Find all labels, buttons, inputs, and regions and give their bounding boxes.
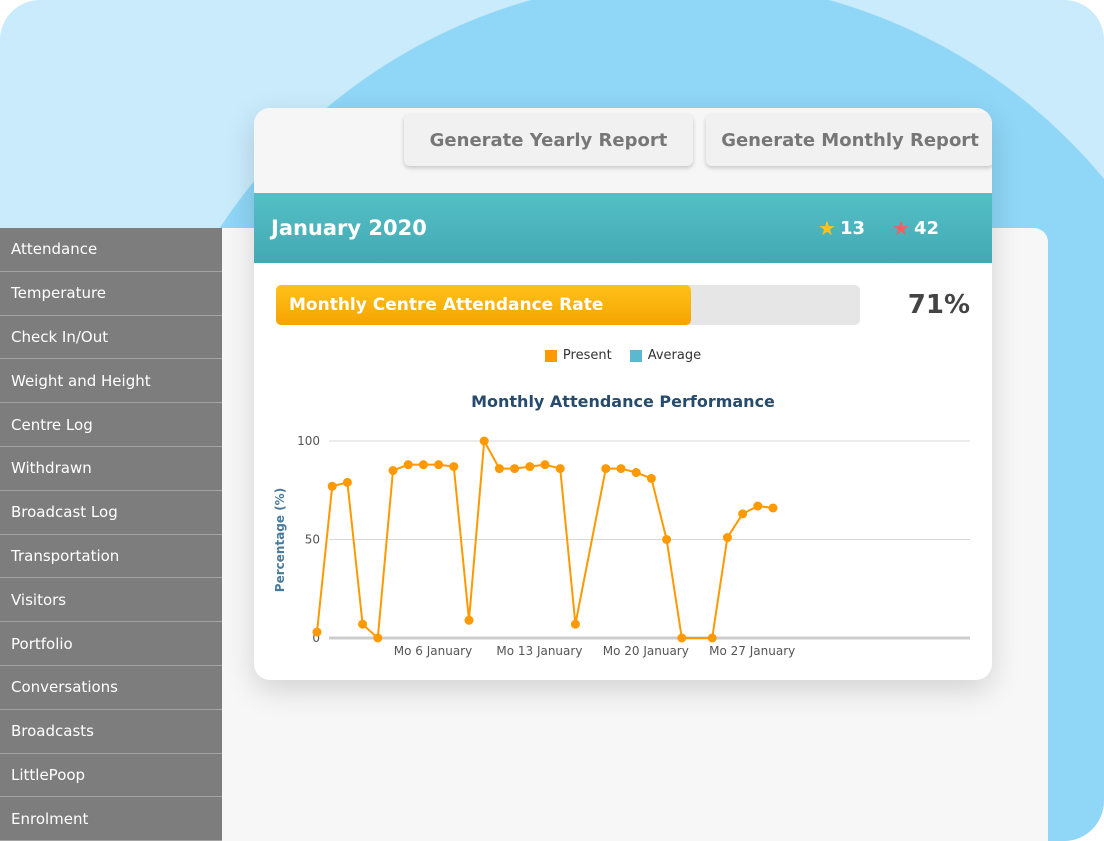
data-point	[677, 634, 686, 643]
data-point	[632, 468, 641, 477]
sidebar-item[interactable]: Visitors	[0, 578, 222, 622]
data-point	[373, 634, 382, 643]
data-point	[495, 464, 504, 473]
data-point	[601, 464, 610, 473]
x-tick-label: Mo 13 January	[496, 644, 582, 658]
x-tick-label: Mo 6 January	[394, 644, 472, 658]
sidebar-item[interactable]: Attendance	[0, 228, 222, 272]
data-point	[525, 462, 534, 471]
data-point	[449, 462, 458, 471]
sidebar-item[interactable]: Weight and Height	[0, 359, 222, 403]
data-point	[419, 460, 428, 469]
data-point	[389, 466, 398, 475]
data-point	[510, 464, 519, 473]
data-point	[617, 464, 626, 473]
sidebar-item[interactable]: LittlePoop	[0, 754, 222, 798]
data-point	[313, 628, 322, 637]
y-tick-label: 100	[297, 434, 320, 448]
data-point	[358, 620, 367, 629]
data-point	[571, 620, 580, 629]
data-point	[662, 535, 671, 544]
sidebar-item[interactable]: Enrolment	[0, 797, 222, 841]
sidebar-item[interactable]: Temperature	[0, 272, 222, 316]
data-point	[647, 474, 656, 483]
data-point	[465, 616, 474, 625]
sidebar-item[interactable]: Centre Log	[0, 403, 222, 447]
data-point	[556, 464, 565, 473]
y-tick-label: 50	[305, 533, 320, 547]
attendance-card: Generate Yearly Report Generate Monthly …	[254, 108, 992, 680]
sidebar-item[interactable]: Portfolio	[0, 622, 222, 666]
data-point	[753, 502, 762, 511]
data-point	[769, 503, 778, 512]
sidebar-item[interactable]: Check In/Out	[0, 316, 222, 360]
sidebar-item[interactable]: Conversations	[0, 666, 222, 710]
data-point	[738, 509, 747, 518]
data-point	[434, 460, 443, 469]
sidebar-item[interactable]: Broadcast Log	[0, 491, 222, 535]
sidebar-item[interactable]: Broadcasts	[0, 710, 222, 754]
attendance-chart: 050100Mo 6 JanuaryMo 13 JanuaryMo 20 Jan…	[254, 108, 992, 680]
sidebar: AttendanceTemperatureCheck In/OutWeight …	[0, 228, 222, 841]
data-point	[404, 460, 413, 469]
sidebar-item[interactable]: Transportation	[0, 535, 222, 579]
x-tick-label: Mo 27 January	[709, 644, 795, 658]
x-tick-label: Mo 20 January	[603, 644, 689, 658]
data-point	[723, 533, 732, 542]
data-point	[541, 460, 550, 469]
data-point	[480, 437, 489, 446]
data-point	[328, 482, 337, 491]
data-point	[343, 478, 352, 487]
sidebar-item[interactable]: Withdrawn	[0, 447, 222, 491]
data-point	[708, 634, 717, 643]
y-axis-label: Percentage (%)	[273, 488, 287, 592]
